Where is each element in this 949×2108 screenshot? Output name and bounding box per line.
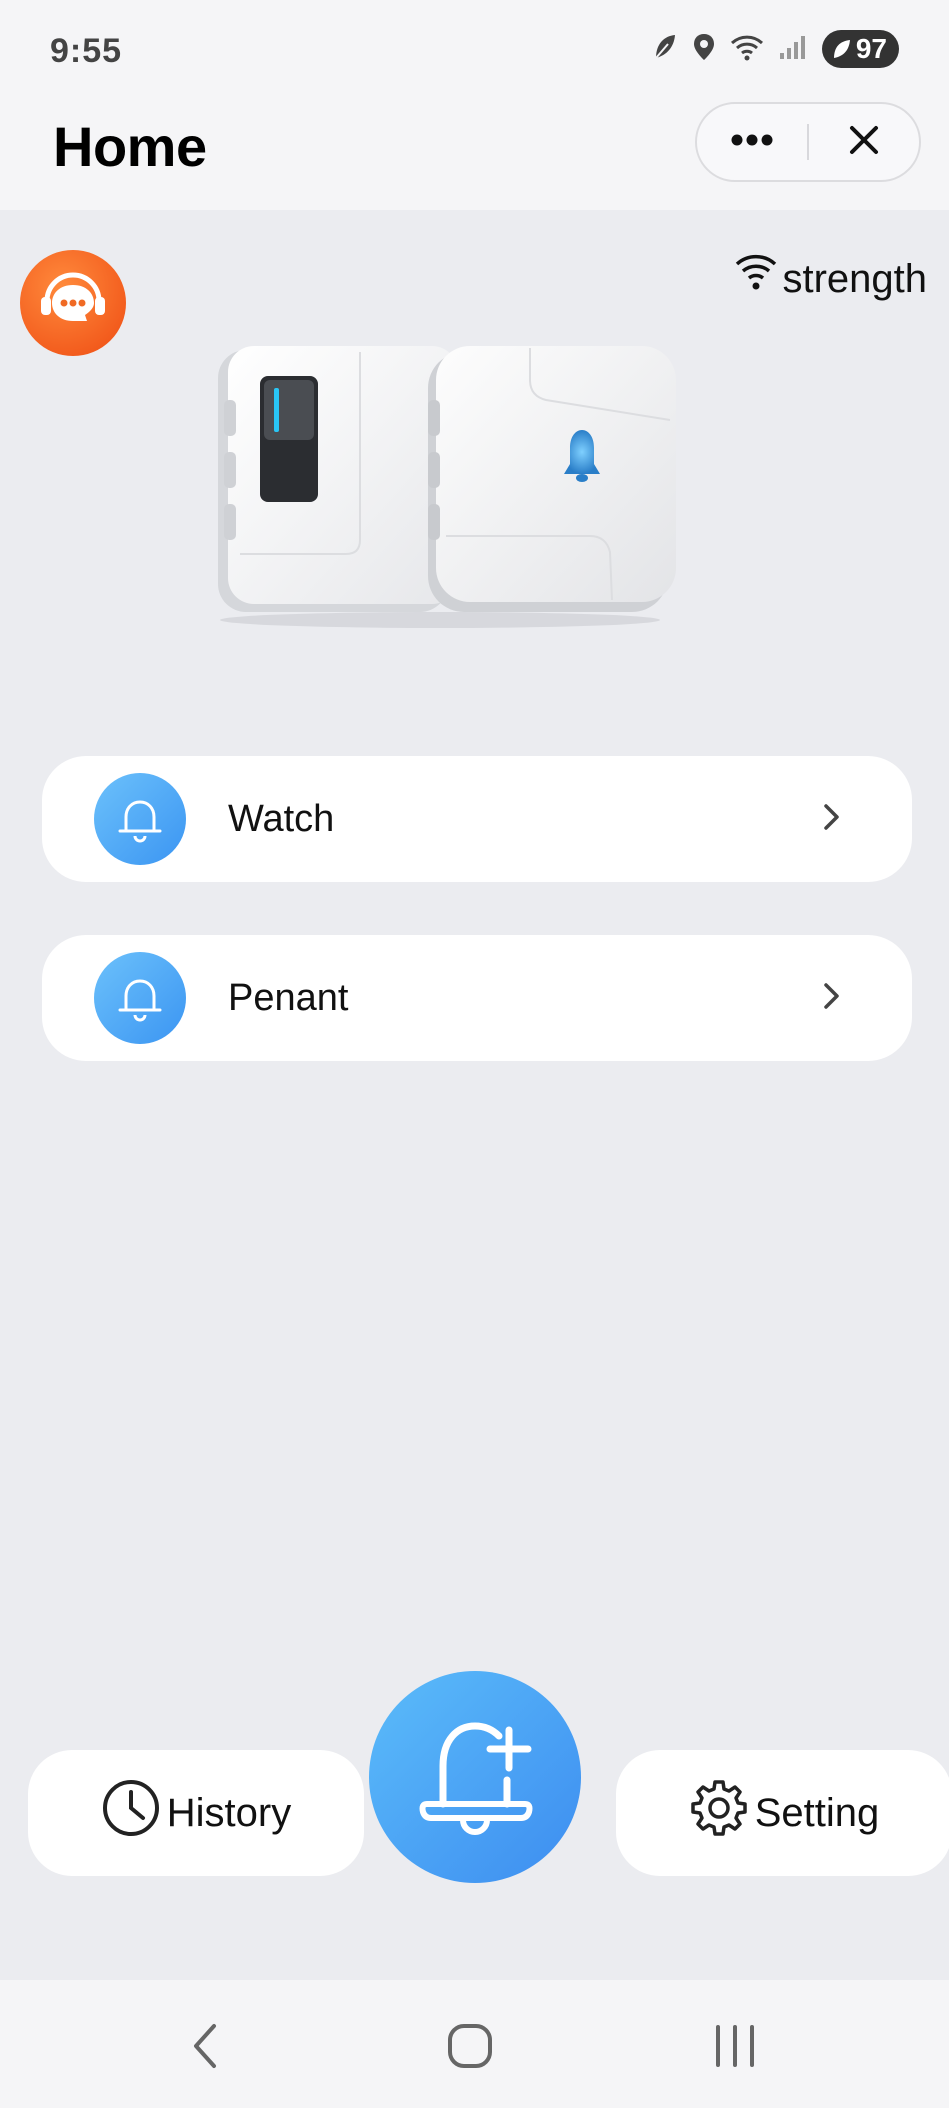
chevron-right-icon bbox=[822, 981, 842, 1016]
back-icon bbox=[190, 2022, 220, 2075]
close-icon bbox=[848, 124, 880, 161]
battery-level: 97 bbox=[855, 33, 887, 64]
close-button[interactable] bbox=[809, 104, 919, 180]
menu-item-label: Watch bbox=[228, 797, 335, 840]
recents-button[interactable] bbox=[695, 2020, 775, 2076]
clock-icon bbox=[101, 1778, 161, 1848]
page-title: Home bbox=[53, 115, 207, 178]
setting-button[interactable]: Setting bbox=[616, 1750, 949, 1876]
bell-plus-icon bbox=[405, 1700, 545, 1855]
more-dots-icon bbox=[730, 133, 774, 152]
menu-item-penant[interactable]: Penant bbox=[42, 935, 912, 1061]
wifi-icon bbox=[730, 33, 764, 66]
bell-icon bbox=[94, 773, 186, 865]
back-button[interactable] bbox=[165, 2020, 245, 2076]
customer-support-button[interactable] bbox=[20, 250, 126, 356]
home-button[interactable] bbox=[430, 2020, 510, 2076]
menu-item-label: Penant bbox=[228, 976, 349, 1019]
system-nav-bar bbox=[0, 1980, 949, 2108]
battery-indicator: 97 bbox=[821, 30, 899, 68]
battery-leaf-icon bbox=[833, 40, 850, 58]
status-time: 9:55 bbox=[50, 32, 123, 70]
gear-icon bbox=[689, 1778, 749, 1848]
status-icons: 97 bbox=[652, 30, 899, 68]
leaf-icon bbox=[652, 32, 678, 67]
customer-support-icon bbox=[35, 263, 111, 344]
location-icon bbox=[692, 32, 716, 67]
wifi-strength-icon bbox=[734, 248, 778, 302]
status-bar: 9:55 97 bbox=[0, 0, 949, 100]
app-header: Home bbox=[0, 100, 949, 210]
bell-icon bbox=[94, 952, 186, 1044]
doorbell-device-image bbox=[210, 340, 680, 630]
signal-strength-button[interactable]: strength bbox=[734, 248, 927, 302]
setting-label: Setting bbox=[754, 1790, 880, 1835]
home-icon bbox=[447, 2023, 493, 2074]
chevron-right-icon bbox=[822, 802, 842, 837]
recents-icon bbox=[712, 2023, 758, 2074]
history-button[interactable]: History bbox=[28, 1750, 364, 1876]
mini-program-capsule bbox=[695, 102, 921, 182]
signal-icon bbox=[778, 33, 808, 66]
history-label: History bbox=[166, 1790, 292, 1835]
signal-strength-label: strength bbox=[782, 257, 927, 301]
add-device-button[interactable] bbox=[369, 1671, 581, 1883]
menu-item-watch[interactable]: Watch bbox=[42, 756, 912, 882]
more-button[interactable] bbox=[697, 104, 807, 180]
